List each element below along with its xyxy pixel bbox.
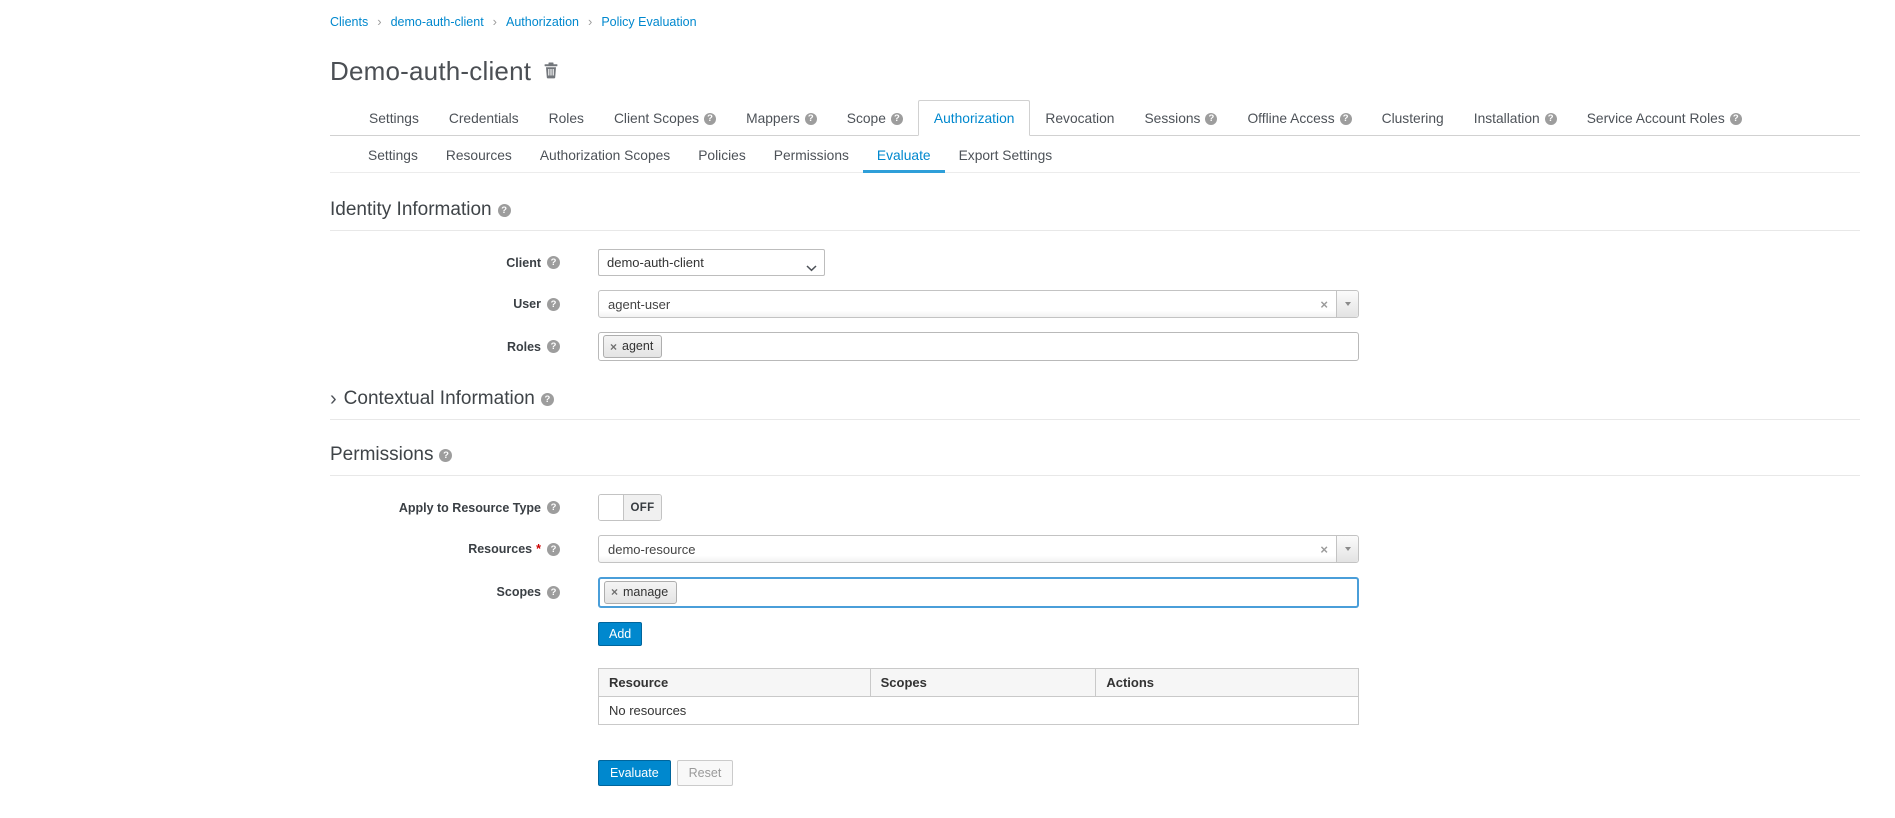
resources-label: Resources *	[330, 542, 560, 556]
table-header-actions: Actions	[1096, 668, 1359, 696]
dropdown-toggle-button[interactable]	[1336, 536, 1358, 562]
breadcrumb-separator: ›	[588, 14, 592, 29]
tab-sessions[interactable]: Sessions	[1129, 101, 1232, 135]
caret-down-icon	[1345, 547, 1351, 551]
table-header-resource: Resource	[599, 668, 871, 696]
chevron-right-icon: ›	[330, 389, 337, 409]
scopes-tag-input[interactable]: × manage	[598, 577, 1359, 608]
client-form-row: Client demo-auth-client	[330, 249, 1860, 276]
help-icon	[1730, 113, 1742, 125]
tag-manage: × manage	[604, 581, 677, 604]
breadcrumb-link-client[interactable]: demo-auth-client	[391, 15, 484, 29]
user-selected-value: agent-user	[608, 297, 1312, 312]
help-icon	[547, 501, 560, 514]
reset-button[interactable]: Reset	[677, 760, 734, 786]
toggle-handle	[599, 495, 624, 520]
help-icon	[547, 543, 560, 556]
roles-form-row: Roles × agent	[330, 332, 1860, 361]
subtab-resources[interactable]: Resources	[432, 138, 526, 172]
help-icon	[805, 113, 817, 125]
tab-authorization[interactable]: Authorization	[918, 100, 1031, 136]
resources-table: Resource Scopes Actions No resources	[598, 668, 1359, 725]
client-label: Client	[330, 256, 560, 270]
tag-agent: × agent	[603, 335, 662, 358]
clear-icon[interactable]: ×	[1320, 543, 1328, 556]
help-icon	[547, 256, 560, 269]
help-icon	[1340, 113, 1352, 125]
subtab-settings[interactable]: Settings	[354, 138, 432, 172]
help-icon	[1545, 113, 1557, 125]
tab-settings[interactable]: Settings	[354, 101, 434, 135]
scopes-label: Scopes	[330, 585, 560, 599]
client-tabs: Settings Credentials Roles Client Scopes…	[330, 100, 1860, 136]
roles-label: Roles	[330, 340, 560, 354]
apply-resource-type-label: Apply to Resource Type	[330, 501, 560, 515]
breadcrumb-separator: ›	[493, 14, 497, 29]
help-icon	[547, 298, 560, 311]
table-header-row: Resource Scopes Actions	[599, 668, 1359, 696]
help-icon	[547, 340, 560, 353]
user-combobox[interactable]: agent-user ×	[598, 290, 1359, 318]
help-icon	[704, 113, 716, 125]
empty-message: No resources	[599, 696, 1359, 724]
section-title-identity-information: Identity Information	[330, 199, 1860, 231]
help-icon	[541, 393, 554, 406]
help-icon	[498, 204, 511, 217]
user-label: User	[330, 297, 560, 311]
tab-offline-access[interactable]: Offline Access	[1232, 101, 1366, 135]
evaluate-button[interactable]: Evaluate	[598, 760, 671, 786]
help-icon	[891, 113, 903, 125]
required-marker: *	[536, 542, 541, 556]
roles-tag-input[interactable]: × agent	[598, 332, 1359, 361]
resources-form-row: Resources * demo-resource ×	[330, 535, 1860, 563]
table-header-scopes: Scopes	[870, 668, 1096, 696]
user-form-row: User agent-user ×	[330, 290, 1860, 318]
subtab-export-settings[interactable]: Export Settings	[945, 138, 1067, 172]
resource-type-toggle[interactable]: OFF	[598, 494, 662, 521]
breadcrumb-link-authorization[interactable]: Authorization	[506, 15, 579, 29]
help-icon	[439, 449, 452, 462]
trash-icon	[544, 67, 558, 82]
subtab-authorization-scopes[interactable]: Authorization Scopes	[526, 138, 684, 172]
section-title-contextual-information[interactable]: › Contextual Information	[330, 388, 1860, 420]
add-button[interactable]: Add	[598, 622, 642, 646]
client-select[interactable]: demo-auth-client	[598, 249, 825, 276]
resources-selected-value: demo-resource	[608, 542, 1312, 557]
toggle-state-label: OFF	[624, 495, 661, 520]
tab-clustering[interactable]: Clustering	[1367, 101, 1459, 135]
help-icon	[547, 586, 560, 599]
tab-scope[interactable]: Scope	[832, 101, 918, 135]
remove-tag-icon[interactable]: ×	[611, 586, 618, 598]
resources-combobox[interactable]: demo-resource ×	[598, 535, 1359, 563]
dropdown-toggle-button[interactable]	[1336, 291, 1358, 317]
page-title: Demo-auth-client	[330, 56, 531, 87]
breadcrumb: Clients › demo-auth-client › Authorizati…	[330, 10, 1860, 29]
breadcrumb-link-policy-evaluation[interactable]: Policy Evaluation	[601, 15, 696, 29]
section-title-permissions: Permissions	[330, 444, 1860, 476]
help-icon	[1205, 113, 1217, 125]
tab-roles[interactable]: Roles	[534, 101, 599, 135]
table-empty-row: No resources	[599, 696, 1359, 724]
delete-client-button[interactable]	[542, 60, 560, 84]
clear-icon[interactable]: ×	[1320, 298, 1328, 311]
authorization-subtabs: Settings Resources Authorization Scopes …	[330, 138, 1860, 173]
caret-down-icon	[1345, 302, 1351, 306]
apply-resource-type-row: Apply to Resource Type OFF	[330, 494, 1860, 521]
subtab-policies[interactable]: Policies	[684, 138, 760, 172]
breadcrumb-separator: ›	[377, 14, 381, 29]
policy-evaluation-page: Clients › demo-auth-client › Authorizati…	[0, 0, 1895, 786]
remove-tag-icon[interactable]: ×	[610, 341, 617, 353]
subtab-permissions[interactable]: Permissions	[760, 138, 863, 172]
tab-revocation[interactable]: Revocation	[1030, 101, 1129, 135]
scopes-form-row: Scopes × manage	[330, 577, 1860, 608]
tab-client-scopes[interactable]: Client Scopes	[599, 101, 731, 135]
tab-installation[interactable]: Installation	[1459, 101, 1572, 135]
tab-credentials[interactable]: Credentials	[434, 101, 534, 135]
breadcrumb-link-clients[interactable]: Clients	[330, 15, 368, 29]
tab-mappers[interactable]: Mappers	[731, 101, 832, 135]
subtab-evaluate[interactable]: Evaluate	[863, 138, 945, 173]
tab-service-account-roles[interactable]: Service Account Roles	[1572, 101, 1757, 135]
